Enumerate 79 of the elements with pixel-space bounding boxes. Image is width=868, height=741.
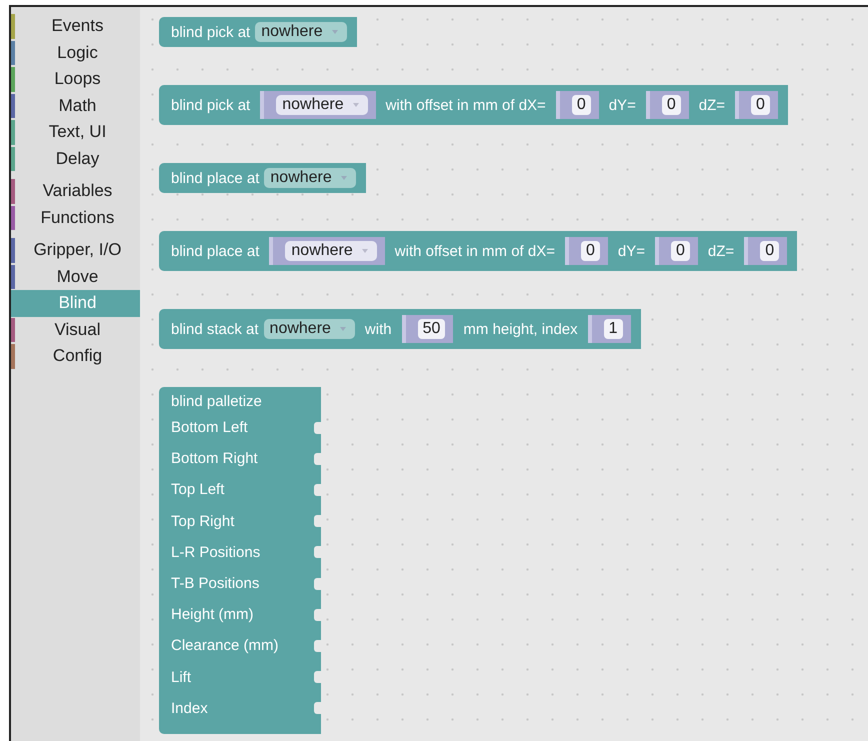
number-field[interactable]: 0 (572, 95, 591, 115)
value-block[interactable]: 50 (402, 315, 454, 343)
category-item[interactable]: Delay (11, 146, 140, 172)
input-label: T-B Positions (171, 575, 260, 592)
value-block[interactable]: 0 (565, 237, 608, 265)
code-block[interactable]: blind place at nowhere with offset in mm of dX= 0 dY= 0 dZ= 0 (159, 231, 798, 271)
number-field[interactable]: 1 (604, 319, 623, 339)
dropdown-field[interactable]: nowhere (264, 319, 355, 339)
input-socket (314, 608, 321, 621)
input-label: Bottom Right (171, 450, 258, 468)
block-label: dZ= (698, 96, 725, 114)
category-item[interactable]: Logic (11, 40, 140, 66)
value-block[interactable]: 0 (735, 91, 778, 119)
block-label: dZ= (708, 242, 734, 260)
dropdown-field[interactable]: nowhere (276, 95, 368, 115)
value-block[interactable]: nowhere (260, 91, 376, 119)
code-block[interactable]: blind pick at nowhere with offset in mm of dX= 0 dY= 0 dZ= 0 (159, 85, 788, 125)
block-label: blind pick at (171, 96, 250, 114)
input-socket (314, 515, 321, 528)
input-socket (314, 422, 321, 434)
dropdown-field[interactable]: nowhere (285, 241, 377, 261)
caret-icon (352, 102, 360, 108)
number-field[interactable]: 0 (581, 241, 600, 261)
value-block[interactable]: 0 (744, 237, 788, 265)
category-item[interactable]: Config (11, 343, 140, 370)
block-label: blind stack at (171, 320, 259, 338)
input-label: Height (mm) (171, 606, 254, 624)
input-socket (314, 702, 321, 714)
block-label: dY= (618, 242, 646, 260)
caret-icon (340, 175, 348, 181)
category-item[interactable]: Visual (11, 316, 140, 343)
dropdown-field[interactable]: nowhere (264, 168, 356, 188)
category-item[interactable]: Math (11, 92, 140, 119)
category-item[interactable]: Functions (11, 204, 140, 231)
input-socket (314, 671, 321, 684)
caret-icon (338, 326, 347, 332)
input-label: Top Left (171, 481, 224, 498)
input-label: Lift (171, 668, 192, 686)
block-label: dY= (608, 96, 636, 114)
value-block[interactable]: 0 (646, 91, 689, 119)
input-label: Clearance (mm) (171, 637, 279, 654)
category-item[interactable]: Gripper, I/O (11, 237, 140, 264)
input-label: Index (171, 700, 208, 717)
code-block[interactable]: blind pick at nowhere (159, 17, 357, 47)
input-socket (314, 484, 321, 496)
block-label: blind pick at (171, 24, 250, 40)
code-block[interactable]: blind place at nowhere (159, 163, 366, 193)
input-socket (314, 640, 321, 652)
input-label: Bottom Left (171, 419, 248, 436)
block-title: blind palletize (171, 392, 263, 412)
number-field[interactable]: 0 (662, 95, 681, 115)
input-label: L-R Positions (171, 544, 260, 561)
input-socket (314, 578, 321, 590)
value-block[interactable]: 1 (588, 315, 631, 343)
number-field[interactable]: 0 (751, 95, 770, 115)
category-item[interactable]: Loops (11, 66, 140, 92)
code-block[interactable]: blind stack at nowhere with 50 mm height, index 1 (159, 309, 641, 349)
block-label: with (364, 320, 392, 338)
number-field[interactable]: 0 (760, 241, 780, 261)
input-label: Top Right (171, 512, 234, 530)
block-label: with offset in mm of dX= (386, 96, 546, 114)
value-block[interactable]: 0 (556, 91, 599, 119)
caret-icon (330, 29, 339, 35)
category-item[interactable]: Move (11, 264, 140, 290)
category-item[interactable]: Variables (11, 178, 140, 204)
block-label: mm height, index (463, 320, 578, 338)
value-block[interactable]: 0 (655, 237, 698, 265)
category-item[interactable]: Events (11, 13, 140, 40)
category-item[interactable]: Text, UI (11, 119, 140, 146)
value-block[interactable]: nowhere (269, 237, 385, 265)
caret-icon (360, 248, 369, 254)
number-field[interactable]: 50 (418, 319, 446, 339)
dropdown-field[interactable]: nowhere (255, 22, 347, 42)
number-field[interactable]: 0 (671, 241, 690, 261)
block-label: blind place at (171, 170, 260, 186)
input-socket (314, 546, 321, 558)
block-label: blind place at (171, 242, 260, 260)
input-socket (314, 452, 321, 465)
block-label: with offset in mm of dX= (394, 242, 555, 260)
